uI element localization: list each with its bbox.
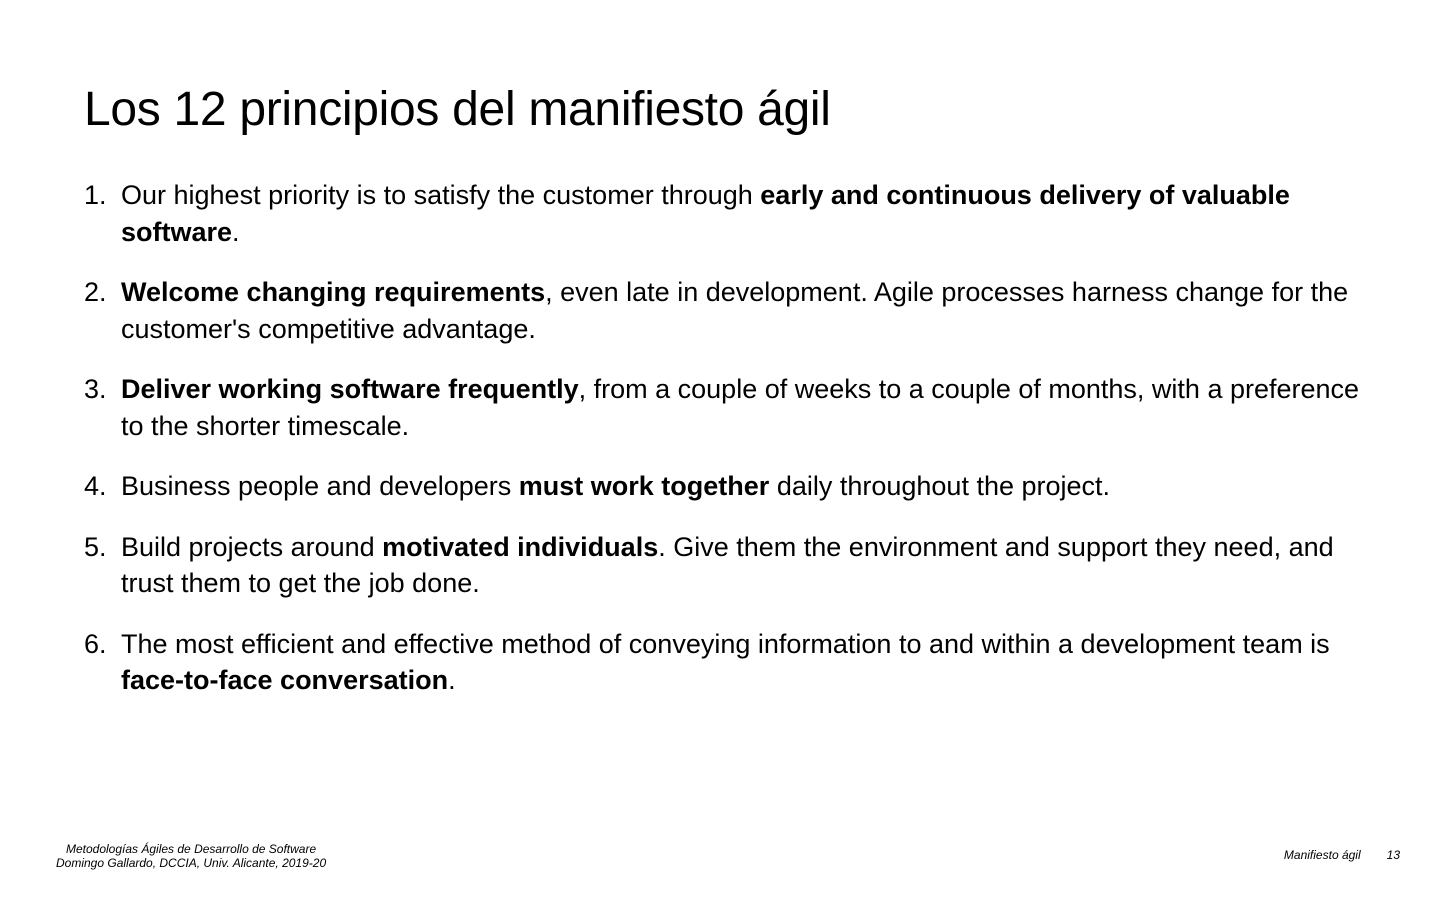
principle-item: 6. The most efficient and effective metho… [84,626,1374,699]
footer-credits: Metodologías Ágiles de Desarrollo de Sof… [56,842,326,870]
principle-text: . [232,216,240,247]
principle-text: The most efficient and effective method … [121,628,1330,659]
slide-title: Los 12 principios del manifiesto ágil [84,83,831,136]
principle-item: 3. Deliver working software frequently, f… [84,371,1374,444]
principle-number: 5. [84,531,107,562]
principle-text: . [448,665,456,695]
principle-text: Build projects around [121,531,383,562]
footer-course: Metodologías Ágiles de Desarrollo de Sof… [65,842,317,856]
footer-pagination: Manifiesto ágil 13 [1284,848,1400,862]
principle-text: Business people and developers [121,471,519,501]
principle-item: 5. Build projects around motivated indivi… [84,529,1374,602]
principle-item: 4. Business people and developers must wo… [84,468,1374,505]
principle-number: 4. [84,471,107,501]
principle-highlight: face-to-face conversation [121,665,449,695]
footer-author: Domingo Gallardo, DCCIA, Univ. Alicante,… [56,856,327,870]
principle-number: 6. [84,628,107,659]
principles-list: 1. Our highest priority is to satisfy the… [84,177,1374,723]
footer-section: Manifiesto ágil [1283,848,1361,862]
principle-number: 1. [84,180,107,210]
principle-highlight: Welcome changing requirements [121,277,546,307]
principle-text: Our highest priority is to satisfy the c… [121,180,761,210]
principle-number: 2. [84,277,107,307]
principle-text: daily throughout the project. [769,471,1111,501]
principle-highlight: Deliver working software frequently [121,374,579,404]
principle-highlight: must work together [518,471,770,501]
principle-number: 3. [84,374,107,404]
principle-item: 2. Welcome changing requirements, even la… [84,274,1374,347]
principle-item: 1. Our highest priority is to satisfy the… [84,177,1374,250]
page-number: 13 [1386,848,1400,862]
principle-highlight: motivated individuals [382,531,659,562]
